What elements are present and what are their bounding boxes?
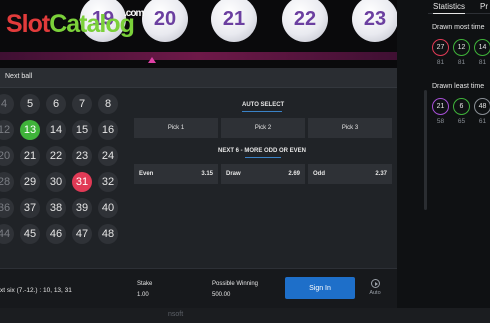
board-number[interactable]: 13 <box>20 120 40 140</box>
board-number[interactable]: 4 <box>0 94 14 114</box>
possible-winning-label: Possible Winning <box>212 281 259 287</box>
board-number[interactable]: 16 <box>98 120 118 140</box>
odd-even-underline <box>245 157 281 158</box>
betslip-bar: xt six (7.-12.) : 10, 13, 31 Stake 1.00 … <box>0 268 397 308</box>
auto-select-underline <box>242 111 282 112</box>
stat-ball: 12 <box>453 39 470 56</box>
board-number[interactable]: 37 <box>20 198 40 218</box>
board-number[interactable]: 31 <box>72 172 92 192</box>
stat-ball: 27 <box>432 39 449 56</box>
stat-count: 81 <box>436 59 445 66</box>
odd-even-title: NEXT 6 - MORE ODD OR EVEN <box>218 148 307 154</box>
stat-count: 58 <box>436 118 445 125</box>
board-number[interactable]: 28 <box>0 172 14 192</box>
next-ball-tab[interactable]: Next ball <box>0 68 397 88</box>
bet-even-button[interactable]: Even 3.15 <box>134 164 218 184</box>
board-number[interactable]: 36 <box>0 198 14 218</box>
bet-draw-button[interactable]: Draw 2.69 <box>221 164 305 184</box>
board-number[interactable]: 32 <box>98 172 118 192</box>
bet-draw-odds: 2.69 <box>288 171 300 177</box>
drawn-ball: 23 <box>352 0 397 42</box>
sidebar-tabs: Statistics Pr <box>428 0 490 14</box>
bet-even-label: Even <box>139 171 154 177</box>
bet-odd-button[interactable]: Odd 2.37 <box>308 164 392 184</box>
stat-ball: 14 <box>474 39 490 56</box>
stat-count: 61 <box>478 118 487 125</box>
board-number[interactable]: 40 <box>98 198 118 218</box>
slotcatalog-logo: SlotCatalog .com <box>6 8 144 38</box>
sidebar-scrollbar[interactable] <box>424 90 427 210</box>
nsoft-brand: nsoft <box>168 311 184 318</box>
board-number[interactable]: 23 <box>72 146 92 166</box>
board-number[interactable]: 12 <box>0 120 14 140</box>
pick-1-button[interactable]: Pick 1 <box>134 118 218 138</box>
stat-ball: 48 <box>474 98 490 115</box>
auto-select-title: AUTO SELECT <box>242 102 285 108</box>
game-panel: Next ball 4 5 6 7 8 12 13 14 15 16 20 21 22 23 24 28 29 3… <box>0 68 397 268</box>
board-number[interactable]: 44 <box>0 224 14 244</box>
bet-odd-label: Odd <box>313 171 325 177</box>
board-number[interactable]: 14 <box>46 120 66 140</box>
auto-button[interactable]: Auto <box>365 279 385 296</box>
tab-statistics[interactable]: Statistics <box>433 2 466 14</box>
footer: nsoft <box>0 308 490 323</box>
board-number[interactable]: 22 <box>46 146 66 166</box>
possible-winning-value: 500.00 <box>212 292 231 298</box>
drawn-most-title: Drawn most time <box>432 24 485 31</box>
stake-value[interactable]: 1.00 <box>137 292 149 298</box>
board-number[interactable]: 20 <box>0 146 14 166</box>
pick-3-button[interactable]: Pick 3 <box>308 118 392 138</box>
stat-ball: 21 <box>432 98 449 115</box>
stat-count: 81 <box>457 59 466 66</box>
board-number[interactable]: 39 <box>72 198 92 218</box>
board-number[interactable]: 46 <box>46 224 66 244</box>
drawn-least-title: Drawn least time <box>432 83 485 90</box>
sign-in-button[interactable]: Sign In <box>285 277 355 299</box>
auto-label: Auto <box>369 290 381 296</box>
board-number[interactable]: 5 <box>20 94 40 114</box>
play-icon <box>370 279 380 288</box>
board-number[interactable]: 24 <box>98 146 118 166</box>
board-number[interactable]: 38 <box>46 198 66 218</box>
pink-band <box>0 52 397 60</box>
keno-game-screen: 19 20 21 22 23 SlotCatalog .com Next ball 45… <box>0 0 490 323</box>
board-number[interactable]: 6 <box>46 94 66 114</box>
board-number[interactable]: 30 <box>46 172 66 192</box>
drawn-ball: 21 <box>211 0 257 42</box>
board-number[interactable]: 21 <box>20 146 40 166</box>
current-ball-marker <box>148 57 156 63</box>
board-number[interactable]: 8 <box>98 94 118 114</box>
tab-pr[interactable]: Pr <box>480 2 488 11</box>
stat-count: 65 <box>457 118 466 125</box>
bet-odd-odds: 2.37 <box>375 171 387 177</box>
bet-draw-label: Draw <box>226 171 241 177</box>
next-ball-label: Next ball <box>5 73 33 80</box>
board-number[interactable]: 47 <box>72 224 92 244</box>
stat-ball: 6 <box>453 98 470 115</box>
stake-label: Stake <box>137 281 153 287</box>
board-number[interactable]: 15 <box>72 120 92 140</box>
bet-even-odds: 3.15 <box>201 171 213 177</box>
number-board: 4 5 6 7 8 12 13 14 15 16 20 21 22 23 24 28 29 30 31 32 36 37 3… <box>0 88 128 268</box>
drawn-ball: 22 <box>282 0 328 42</box>
board-number[interactable]: 45 <box>20 224 40 244</box>
stat-count: 81 <box>478 59 487 66</box>
board-number[interactable]: 48 <box>98 224 118 244</box>
last-six-results: xt six (7.-12.) : 10, 13, 31 <box>0 287 72 294</box>
pick-2-button[interactable]: Pick 2 <box>221 118 305 138</box>
board-number[interactable]: 7 <box>72 94 92 114</box>
drawn-ball: 20 <box>142 0 188 42</box>
board-number[interactable]: 29 <box>20 172 40 192</box>
